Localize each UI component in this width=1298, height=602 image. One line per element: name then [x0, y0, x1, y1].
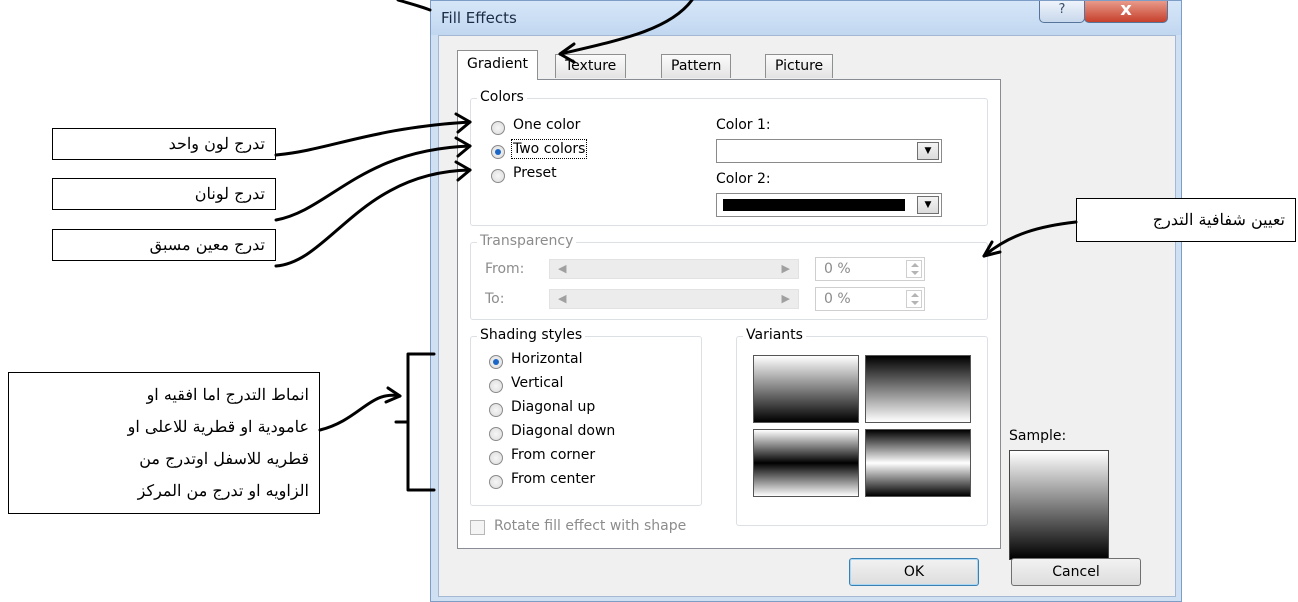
spinner-arrows-icon[interactable]: [906, 290, 922, 308]
close-button[interactable]: x: [1084, 0, 1168, 23]
cancel-button[interactable]: Cancel: [1011, 558, 1141, 586]
variant-1[interactable]: [753, 355, 859, 423]
note-shading-line: عامودية او قطرية للاعلى او: [127, 417, 309, 436]
ok-button[interactable]: OK: [849, 558, 979, 586]
spinner-arrows-icon[interactable]: [906, 260, 922, 278]
help-button[interactable]: ?: [1039, 1, 1085, 23]
colors-legend: Colors: [477, 89, 527, 105]
tab-picture[interactable]: Picture: [765, 54, 834, 78]
to-value: 0 %: [824, 291, 851, 307]
note-preset: تدرج معين مسبق: [52, 229, 276, 261]
arrow-title: [396, 0, 432, 12]
color2-swatch: [723, 199, 905, 211]
diagonal-up-label[interactable]: Diagonal up: [511, 399, 595, 415]
transparency-group: Transparency From: ◀ ▶ 0 % To: ◀ ▶ 0 %: [470, 233, 988, 320]
arrow-left-icon: ◀: [558, 262, 567, 275]
from-corner-radio[interactable]: [489, 451, 503, 465]
rotate-fill-checkbox[interactable]: [470, 520, 485, 535]
arrow-right-icon: ▶: [781, 292, 790, 305]
vertical-label[interactable]: Vertical: [511, 375, 563, 391]
title-bar: Fill Effects ? x: [431, 0, 1181, 35]
sample-label: Sample:: [1009, 428, 1067, 444]
from-value: 0 %: [824, 261, 851, 277]
help-icon: ?: [1058, 2, 1066, 17]
color1-swatch: [723, 145, 905, 157]
color2-picker[interactable]: ▼: [716, 193, 942, 217]
transparency-legend: Transparency: [477, 233, 577, 249]
horizontal-label[interactable]: Horizontal: [511, 351, 582, 367]
arrow-left-icon: ◀: [558, 292, 567, 305]
chevron-down-icon[interactable]: ▼: [917, 196, 939, 214]
one-color-label[interactable]: One color: [513, 117, 580, 133]
variant-2[interactable]: [865, 355, 971, 423]
to-label: To:: [485, 291, 505, 307]
preset-radio[interactable]: [491, 169, 505, 183]
note-one-color: تدرج لون واحد: [52, 128, 276, 160]
sample-preview: [1009, 450, 1109, 560]
note-shading-styles: انماط التدرج اما افقيه او عامودية او قطر…: [8, 372, 320, 514]
arrow-shading: [318, 393, 402, 432]
close-icon: x: [1120, 0, 1132, 20]
color2-label: Color 2:: [716, 171, 771, 187]
fill-effects-dialog: Fill Effects ? x Gradient Texture Patter…: [430, 0, 1182, 602]
tab-texture[interactable]: Texture: [555, 54, 627, 78]
gradient-panel: Colors One color Two colors Preset Color…: [457, 79, 1001, 549]
diagonal-down-radio[interactable]: [489, 427, 503, 441]
from-label: From:: [485, 261, 525, 277]
note-shading-line: انماط التدرج اما افقيه او: [146, 385, 309, 404]
to-spinner[interactable]: 0 %: [815, 287, 925, 311]
from-spinner[interactable]: 0 %: [815, 257, 925, 281]
tab-pattern[interactable]: Pattern: [661, 54, 732, 78]
diagonal-down-label[interactable]: Diagonal down: [511, 423, 615, 439]
color1-label: Color 1:: [716, 117, 771, 133]
variants-legend: Variants: [743, 327, 806, 343]
horizontal-radio[interactable]: [489, 355, 503, 369]
note-shading-line: قطريه للاسفل اوتدرج من: [139, 449, 309, 468]
variant-4[interactable]: [865, 429, 971, 497]
from-corner-label[interactable]: From corner: [511, 447, 595, 463]
from-center-label[interactable]: From center: [511, 471, 595, 487]
colors-group: Colors One color Two colors Preset Color…: [470, 89, 988, 226]
from-slider[interactable]: ◀ ▶: [549, 259, 799, 279]
chevron-down-icon[interactable]: ▼: [917, 142, 939, 160]
variants-group: Variants: [736, 327, 988, 526]
note-shading-line: الزاويه او تدرج من المركز: [137, 481, 309, 500]
tab-gradient[interactable]: Gradient: [457, 50, 538, 80]
one-color-radio[interactable]: [491, 121, 505, 135]
vertical-radio[interactable]: [489, 379, 503, 393]
from-center-radio[interactable]: [489, 475, 503, 489]
note-two-colors: تدرج لونان: [52, 178, 276, 210]
shading-styles-group: Shading styles Horizontal Vertical Diago…: [470, 327, 702, 506]
rotate-fill-label[interactable]: Rotate fill effect with shape: [494, 518, 686, 534]
to-slider[interactable]: ◀ ▶: [549, 289, 799, 309]
two-colors-label[interactable]: Two colors: [510, 139, 588, 159]
note-transparency: تعيين شفافية التدرج: [1076, 198, 1296, 242]
shading-legend: Shading styles: [477, 327, 586, 343]
two-colors-radio[interactable]: [491, 145, 505, 159]
dialog-body: Gradient Texture Pattern Picture Colors …: [438, 35, 1176, 597]
variant-3[interactable]: [753, 429, 859, 497]
preset-label[interactable]: Preset: [513, 165, 557, 181]
diagonal-up-radio[interactable]: [489, 403, 503, 417]
color1-picker[interactable]: ▼: [716, 139, 942, 163]
dialog-title: Fill Effects: [441, 9, 517, 27]
arrow-right-icon: ▶: [781, 262, 790, 275]
